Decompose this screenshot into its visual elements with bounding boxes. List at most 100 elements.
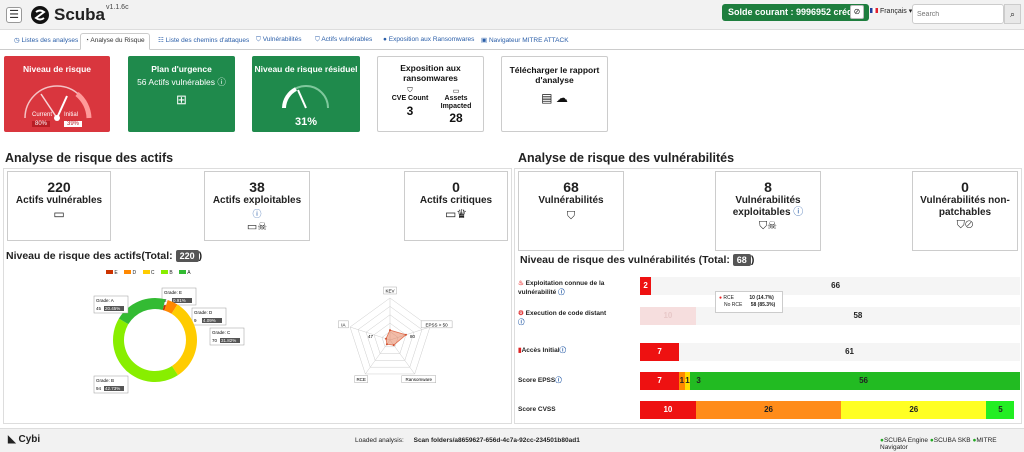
bar-segment[interactable]: 3 bbox=[690, 372, 708, 390]
credit-balance: Solde courant : 9996952 crédits bbox=[722, 4, 870, 21]
radar-point bbox=[389, 329, 391, 332]
language-select[interactable]: Français ▾ bbox=[870, 7, 912, 15]
row-label-known-exploit: ♨ Exploitation connue de la vulnérabilit… bbox=[518, 279, 628, 297]
row-label-epss: Score EPSSⓘ bbox=[518, 376, 562, 385]
total-badge: 220 bbox=[175, 250, 199, 262]
vuln-bar[interactable]: 2 66 bbox=[640, 277, 1020, 295]
rce-tooltip: ● RCE 10 (14.7%) No RCE 58 (85.3%) bbox=[715, 291, 783, 313]
tab-ransomware[interactable]: ● Exposition aux Ransomwares bbox=[383, 36, 474, 43]
vuln-bar[interactable]: 7 1 1 3 56 bbox=[640, 372, 1020, 390]
radar-point bbox=[404, 333, 407, 336]
tab-label: Exposition aux Ransomwares bbox=[388, 36, 475, 43]
donut-label-pct: 0.91% bbox=[173, 298, 186, 303]
exploitable-vulns-stat[interactable]: 8 Vulnérabilités exploitables ⓘ ⛉☠ bbox=[715, 171, 821, 251]
search-input[interactable] bbox=[912, 4, 1004, 24]
initial-value: 39% bbox=[64, 121, 83, 127]
svg-text:Ransomware: Ransomware bbox=[406, 377, 433, 382]
bar-segment[interactable]: 2 bbox=[640, 277, 652, 295]
stat-number: 220 bbox=[47, 179, 71, 195]
residual-gauge bbox=[282, 85, 329, 109]
bar-segment[interactable]: 56 bbox=[707, 372, 1020, 390]
download-report-card[interactable]: Télécharger le rapport d'analyse ▤ ☁ bbox=[501, 56, 608, 132]
service-status: ●SCUBA Engine ●SCUBA SKB ●MITRE Navigato… bbox=[880, 437, 1024, 451]
scuba-logo-icon bbox=[31, 6, 49, 24]
ransomware-card[interactable]: Exposition aux ransomwares ⛉ CVE Count 3… bbox=[377, 56, 484, 132]
bar-segment[interactable]: 7 bbox=[640, 372, 680, 390]
card-title: Niveau de risque résiduel bbox=[254, 64, 358, 74]
bar-segment[interactable]: 26 bbox=[841, 401, 987, 419]
label-text: Execution de code distant bbox=[525, 310, 607, 317]
bar-segment[interactable]: 10 bbox=[640, 307, 696, 325]
info-icon[interactable]: ⓘ bbox=[205, 207, 309, 220]
stat-number: 38 bbox=[249, 179, 265, 195]
bar-segment[interactable]: 66 bbox=[651, 277, 1020, 295]
residual-risk-card[interactable]: Niveau de risque résiduel 31% bbox=[252, 56, 360, 132]
label-text: Accès Initial bbox=[521, 347, 560, 354]
info-icon[interactable]: ⓘ bbox=[217, 77, 226, 87]
donut-label-pct: 20.45% bbox=[105, 306, 120, 311]
donut-label-name: Grade: C bbox=[212, 330, 231, 335]
donut-label-name: Grade: A bbox=[96, 298, 114, 303]
radar-axis-label: EPSS > 50 bbox=[420, 320, 453, 329]
tab-vulnerable-assets[interactable]: ⛉ Actifs vulnérables bbox=[315, 36, 372, 44]
donut-slice[interactable] bbox=[113, 318, 178, 382]
menu-icon[interactable]: ☰ bbox=[6, 7, 22, 23]
assets-radar-chart: KEV EPSS > 50 Ransomware RCE IA 47 80 bbox=[338, 286, 453, 383]
footer: ◣ Cybi Loaded analysis: Scan folders/a86… bbox=[0, 428, 1024, 452]
emergency-plan-card[interactable]: Plan d'urgence 56 Actifs vulnérables ⓘ ⊞ bbox=[128, 56, 235, 132]
critical-assets-stat[interactable]: 0 Actifs critiques ▭♛ bbox=[404, 171, 508, 241]
legend-d: D bbox=[132, 270, 137, 276]
assets-heading: Analyse de risque des actifs bbox=[5, 151, 174, 165]
label-text: Score CVSS bbox=[518, 406, 556, 413]
info-icon[interactable]: ⓘ bbox=[555, 377, 562, 384]
fire-icon: ♨ bbox=[518, 280, 524, 287]
cybi-icon: ◣ bbox=[8, 434, 16, 445]
info-icon[interactable]: ⓘ bbox=[793, 207, 803, 218]
tab-risk-analysis[interactable]: ◔ Analyse du Risque bbox=[80, 33, 150, 50]
cloud-download-icon: ☁ bbox=[555, 91, 568, 105]
tab-label: Liste des chemins d'attaques bbox=[165, 37, 250, 44]
tab-analysis-list[interactable]: ◷ Listes des analyses bbox=[14, 36, 78, 44]
info-icon[interactable]: ⓘ bbox=[558, 289, 565, 296]
info-icon[interactable]: ⓘ bbox=[560, 347, 567, 354]
vuln-bar[interactable]: 7 61 bbox=[640, 343, 1020, 361]
desktop-icon: ▭ bbox=[53, 207, 65, 221]
current-label: Current bbox=[32, 112, 53, 118]
bar-segment[interactable]: 7 bbox=[640, 343, 680, 361]
top-bar: ☰ Scuba v1.1.6c Solde courant : 9996952 … bbox=[0, 0, 1024, 30]
bug-ban-icon: ⛉⊘ bbox=[956, 219, 974, 231]
radar-point bbox=[385, 343, 388, 346]
risk-level-card[interactable]: Niveau de risque Current 80% Initial 39% bbox=[4, 56, 110, 132]
bar-segment[interactable]: 10 bbox=[640, 401, 696, 419]
current-value: 80% bbox=[32, 121, 51, 127]
bar-segment[interactable]: 5 bbox=[986, 401, 1015, 419]
title-text: Niveau de risque des actifs(Total: bbox=[6, 250, 173, 262]
donut-label-pct: 42.73% bbox=[105, 386, 120, 391]
vuln-bar[interactable]: 10 58 bbox=[640, 307, 1020, 325]
tab-attack-paths[interactable]: ☷ Liste des chemins d'attaques bbox=[158, 36, 249, 44]
exploitable-assets-stat[interactable]: 38 Actifs exploitables ⓘ ▭☠ bbox=[204, 171, 310, 241]
search-icon[interactable]: ⌕ bbox=[1004, 4, 1021, 24]
total-vulns-stat[interactable]: 68 Vulnérabilités ⛉ bbox=[518, 171, 624, 251]
vuln-bar[interactable]: 10 26 26 5 bbox=[640, 401, 1020, 419]
bar-segment[interactable]: 61 bbox=[679, 343, 1020, 361]
info-icon[interactable]: ⓘ bbox=[518, 319, 525, 326]
legend-a: A bbox=[187, 270, 191, 276]
tab-vulnerabilities[interactable]: ⛉ Vulnérabilités bbox=[256, 36, 301, 44]
stat-number: 8 bbox=[764, 179, 772, 195]
server-icon: ▭ bbox=[452, 88, 460, 95]
desktop-crown-icon: ▭♛ bbox=[444, 207, 468, 221]
bar-segment[interactable]: 26 bbox=[695, 401, 842, 419]
assets-value: 28 bbox=[449, 111, 463, 125]
legend-e: E bbox=[114, 270, 118, 276]
radar-point bbox=[385, 337, 388, 340]
vulnerable-assets-stat[interactable]: 220 Actifs vulnérables ▭ bbox=[7, 171, 111, 241]
desktop-skull-icon: ▭☠ bbox=[246, 221, 268, 233]
unpatchable-vulns-stat[interactable]: 0 Vulnérabilités non-patchables ⛉⊘ bbox=[912, 171, 1018, 251]
donut-label: Grade: B 94 42.73% bbox=[93, 375, 129, 394]
loaded-value: Scan folders/a8659627-656d-4c7a-92cc-234… bbox=[413, 437, 580, 444]
radar-axis-label: KEV bbox=[383, 286, 397, 295]
eye-slash-icon[interactable]: ⊘ bbox=[850, 5, 864, 19]
tab-mitre[interactable]: ▣ Navigateur MITRE ATTACK bbox=[481, 36, 569, 44]
brand-name: Scuba bbox=[54, 5, 106, 24]
